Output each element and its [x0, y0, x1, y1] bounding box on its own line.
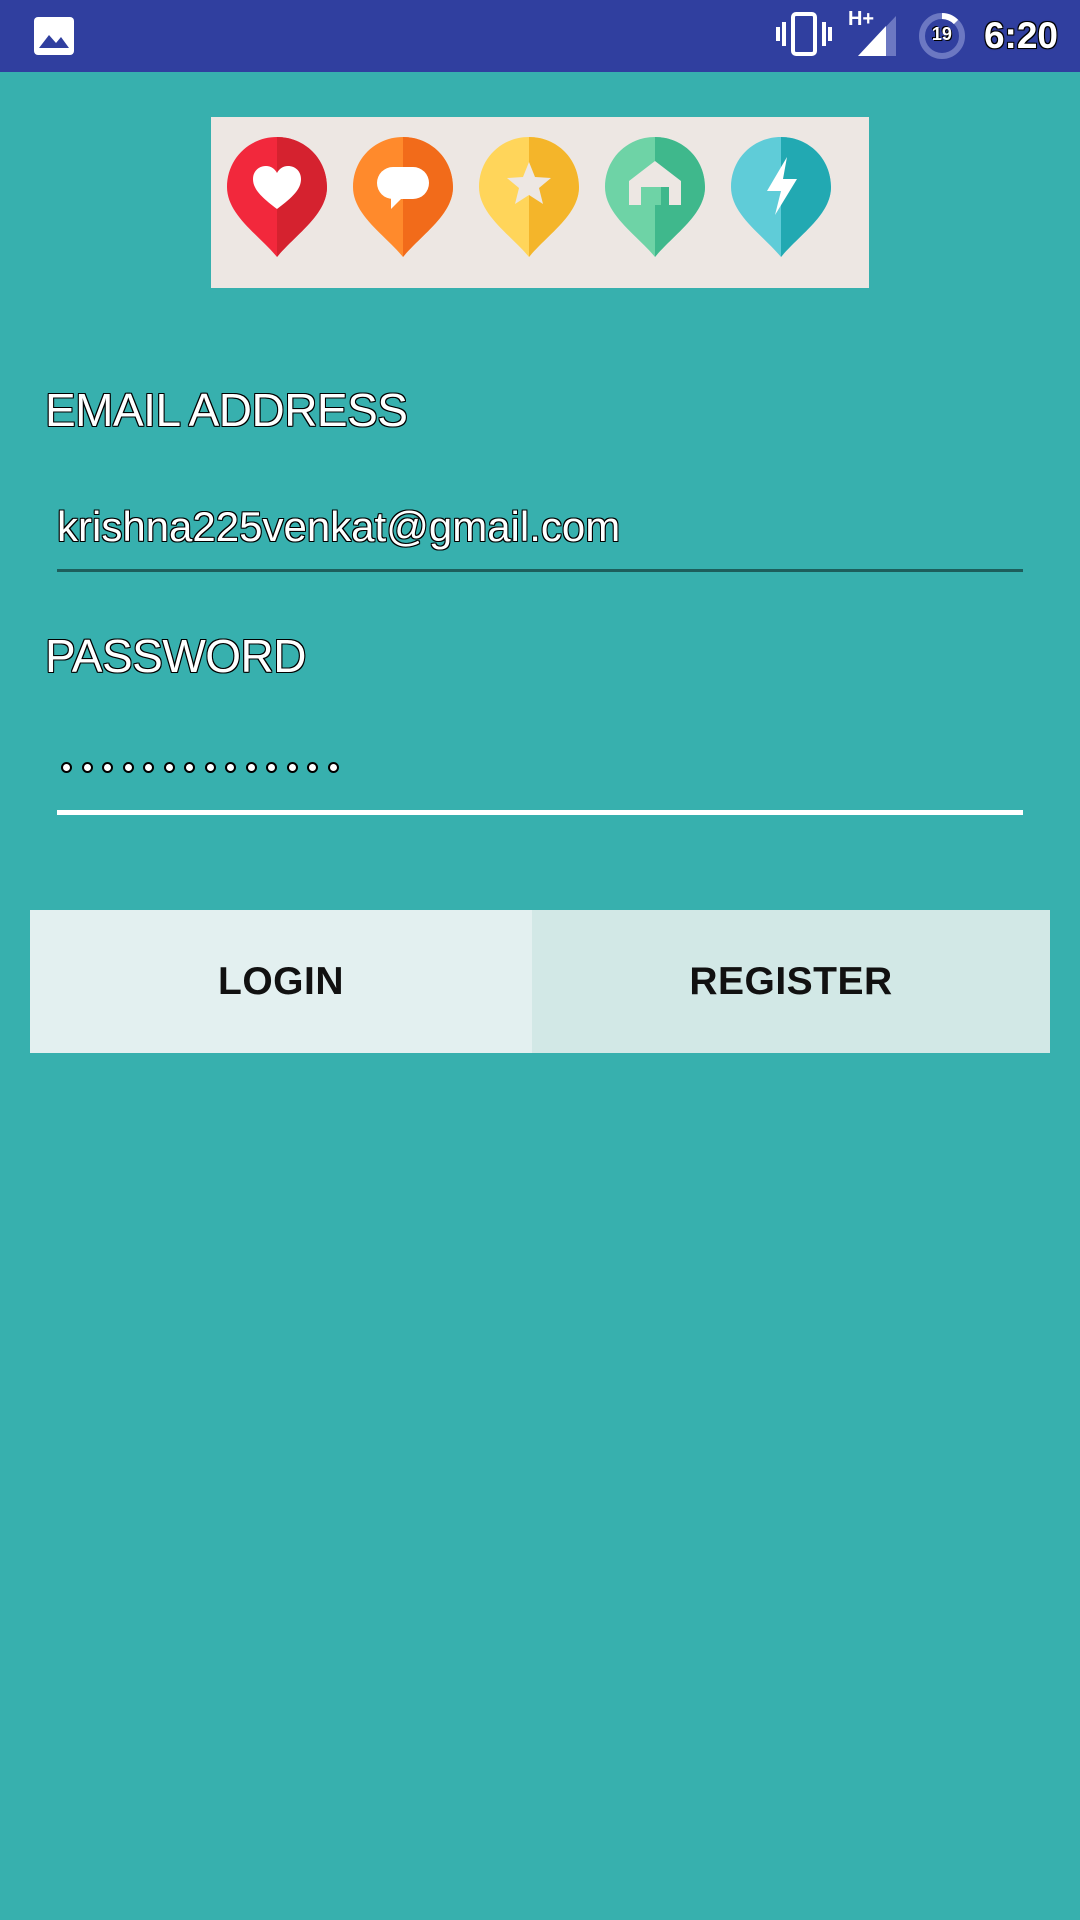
- gallery-notification-icon: [34, 17, 74, 55]
- app-logo-banner: [211, 117, 869, 288]
- login-button[interactable]: LOGIN: [30, 910, 532, 1053]
- password-dot: [61, 762, 72, 773]
- vibrate-icon: [775, 12, 832, 60]
- signal-icon: H+: [848, 8, 900, 60]
- password-dot: [204, 762, 216, 773]
- password-dot: [225, 762, 236, 773]
- star-icon: [479, 137, 579, 257]
- email-field[interactable]: krishna225venkat@gmail.com: [57, 495, 1023, 572]
- password-dot: [143, 762, 154, 773]
- network-type-label: H+: [847, 8, 875, 30]
- password-label: PASSWORD: [45, 630, 306, 682]
- password-dot: [307, 762, 318, 773]
- status-icons: H+ 19 6:20: [775, 0, 1058, 72]
- lightning-icon: [731, 137, 831, 257]
- password-dot: [266, 762, 277, 773]
- email-label: EMAIL ADDRESS: [45, 384, 408, 436]
- password-dot: [184, 762, 195, 773]
- status-time: 6:20: [983, 15, 1058, 56]
- password-dot: [163, 762, 175, 773]
- password-field[interactable]: [57, 738, 1023, 815]
- heart-icon: [227, 137, 327, 257]
- password-mask: [61, 762, 348, 773]
- battery-saver-icon: 19: [918, 12, 966, 60]
- battery-level-text: 19: [931, 24, 952, 44]
- password-dot: [286, 762, 298, 773]
- password-dot: [81, 762, 93, 773]
- password-dot: [102, 762, 113, 773]
- register-button[interactable]: REGISTER: [532, 910, 1050, 1053]
- status-bar: H+ 19 6:20: [0, 0, 1080, 72]
- chat-bubble-icon: [353, 137, 453, 257]
- password-dot: [245, 762, 257, 773]
- password-dot: [327, 762, 339, 773]
- home-icon: [605, 137, 705, 257]
- password-dot: [122, 762, 134, 773]
